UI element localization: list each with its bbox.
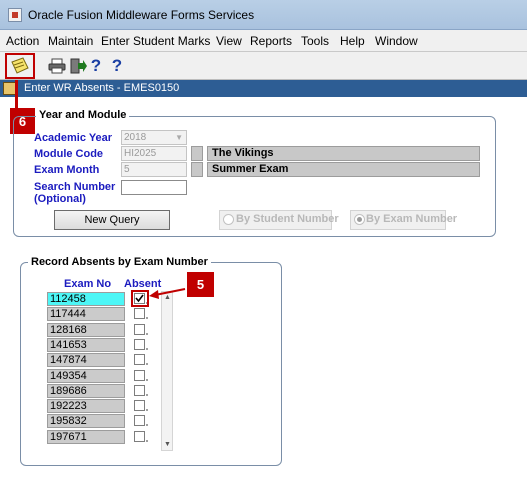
exam-no-cell[interactable]: 149354 bbox=[47, 369, 125, 383]
menu-enter-student-marks[interactable]: Enter Student Marks bbox=[101, 34, 210, 48]
record-absents-legend: Record Absents by Exam Number bbox=[28, 256, 211, 268]
row-dot bbox=[146, 317, 148, 319]
radio-by-exam-number-label: By Exam Number bbox=[366, 213, 458, 225]
callout-5: 5 bbox=[187, 272, 214, 297]
print-button[interactable] bbox=[46, 55, 68, 77]
row-dot bbox=[146, 409, 148, 411]
search-number-input[interactable] bbox=[121, 180, 187, 195]
exam-month-field[interactable]: 5 bbox=[121, 162, 187, 177]
exam-no-cell[interactable]: 112458 bbox=[47, 292, 125, 306]
row-dot bbox=[146, 394, 148, 396]
exam-month-name-display: Summer Exam bbox=[207, 162, 480, 177]
form-title: Enter WR Absents - EMES0150 bbox=[24, 82, 180, 94]
exam-month-lov-button[interactable] bbox=[191, 162, 203, 177]
help-button[interactable]: ? bbox=[85, 55, 107, 77]
absent-checkbox[interactable] bbox=[134, 415, 145, 426]
module-code-field[interactable]: HI2025 bbox=[121, 146, 187, 161]
radio-by-student-number[interactable] bbox=[223, 214, 234, 225]
new-query-button[interactable]: New Query bbox=[54, 210, 170, 230]
absent-checkbox[interactable] bbox=[134, 400, 145, 411]
exam-no-cell[interactable]: 128168 bbox=[47, 323, 125, 337]
absent-checkbox[interactable] bbox=[134, 431, 145, 442]
absent-checkbox[interactable] bbox=[134, 339, 145, 350]
exam-no-header: Exam No bbox=[64, 278, 112, 290]
exam-no-cell[interactable]: 117444 bbox=[47, 307, 125, 321]
module-code-label: Module Code bbox=[34, 148, 104, 160]
year-module-legend: Year and Module bbox=[36, 109, 130, 121]
academic-year-select[interactable]: 2018 ▼ bbox=[121, 130, 187, 145]
absent-checkbox[interactable] bbox=[134, 385, 145, 396]
absent-checkbox[interactable] bbox=[134, 370, 145, 381]
row-dot bbox=[146, 333, 148, 335]
row-dot bbox=[146, 348, 148, 350]
exam-no-cell[interactable]: 195832 bbox=[47, 414, 125, 428]
java-app-icon bbox=[8, 8, 22, 22]
absent-checkbox[interactable] bbox=[134, 324, 145, 335]
save-button-highlight bbox=[5, 53, 35, 79]
search-number-label: Search Number bbox=[34, 181, 116, 193]
menu-bar: Action Maintain Enter Student Marks View… bbox=[0, 30, 527, 52]
callout-6-connector bbox=[15, 80, 18, 108]
academic-year-value: 2018 bbox=[124, 132, 147, 143]
radio-by-student-number-label: By Student Number bbox=[236, 213, 339, 225]
module-lov-button[interactable] bbox=[191, 146, 203, 161]
module-name-display: The Vikings bbox=[207, 146, 480, 161]
context-help-button[interactable]: ? bbox=[106, 55, 128, 77]
rows-scrollbar[interactable]: ▲ ▼ bbox=[161, 291, 173, 451]
chevron-down-icon: ▼ bbox=[175, 133, 183, 142]
absent-checkbox[interactable] bbox=[134, 354, 145, 365]
menu-reports[interactable]: Reports bbox=[250, 34, 292, 48]
toolbar: ? ? bbox=[0, 52, 527, 80]
exam-no-cell[interactable]: 192223 bbox=[47, 399, 125, 413]
absent-checkbox[interactable] bbox=[134, 308, 145, 319]
row-dot bbox=[146, 424, 148, 426]
academic-year-label: Academic Year bbox=[34, 132, 113, 144]
window-titlebar: Oracle Fusion Middleware Forms Services bbox=[0, 0, 527, 30]
row-dot bbox=[146, 363, 148, 365]
exam-no-cell[interactable]: 141653 bbox=[47, 338, 125, 352]
row-dot bbox=[146, 379, 148, 381]
window-title: Oracle Fusion Middleware Forms Services bbox=[28, 8, 255, 22]
menu-tools[interactable]: Tools bbox=[301, 34, 329, 48]
menu-view[interactable]: View bbox=[216, 34, 242, 48]
exam-no-cell[interactable]: 147874 bbox=[47, 353, 125, 367]
exam-month-label: Exam Month bbox=[34, 164, 100, 176]
menu-help[interactable]: Help bbox=[340, 34, 365, 48]
radio-by-exam-number[interactable] bbox=[354, 214, 365, 225]
search-number-optional-label: (Optional) bbox=[34, 193, 86, 205]
row-dot bbox=[146, 440, 148, 442]
exam-no-cell[interactable]: 189686 bbox=[47, 384, 125, 398]
callout-5-arrow bbox=[149, 288, 186, 299]
exam-no-cell[interactable]: 197671 bbox=[47, 430, 125, 444]
menu-action[interactable]: Action bbox=[6, 34, 39, 48]
menu-maintain[interactable]: Maintain bbox=[48, 34, 93, 48]
menu-window[interactable]: Window bbox=[375, 34, 418, 48]
scroll-down-icon[interactable]: ▼ bbox=[164, 441, 171, 448]
printer-icon bbox=[48, 58, 66, 74]
form-titlebar: Enter WR Absents - EMES0150 bbox=[0, 80, 527, 97]
